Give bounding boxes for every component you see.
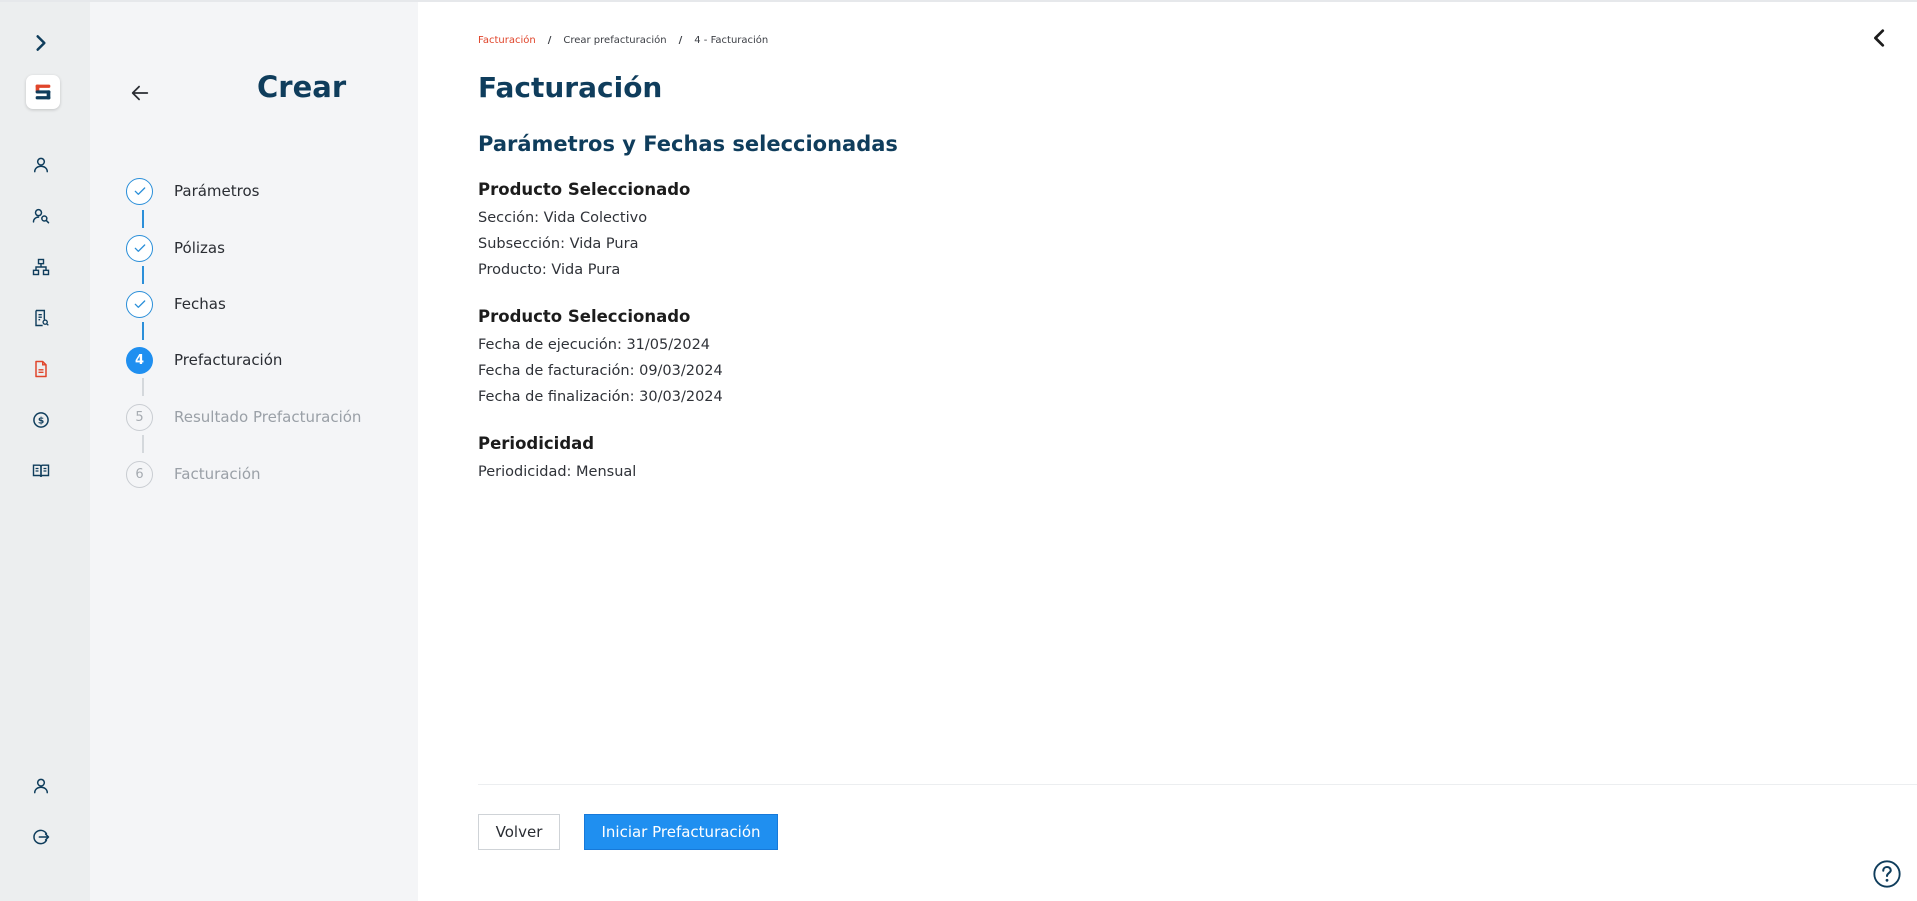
billing-document-icon[interactable] xyxy=(29,357,53,381)
user-icon[interactable] xyxy=(29,153,53,177)
check-icon xyxy=(126,234,153,262)
info-line: Fecha de finalización: 30/03/2024 xyxy=(478,389,723,405)
step-polizas[interactable]: Pólizas xyxy=(126,233,225,263)
info-line: Periodicidad: Mensual xyxy=(478,464,637,480)
step-number: 6 xyxy=(126,460,153,488)
help-icon[interactable] xyxy=(1871,858,1903,890)
group-heading: Producto Seleccionado xyxy=(478,307,691,326)
step-connector xyxy=(142,266,144,284)
step-number: 4 xyxy=(126,346,153,374)
users-search-icon[interactable] xyxy=(29,204,53,228)
step-connector xyxy=(142,322,144,340)
check-icon xyxy=(126,177,153,205)
product-group: Producto Seleccionado Sección: Vida Cole… xyxy=(478,180,690,283)
breadcrumb-current: 4 - Facturación xyxy=(694,35,769,46)
step-fechas[interactable]: Fechas xyxy=(126,289,226,319)
expand-chevron-icon[interactable] xyxy=(29,31,53,55)
info-line: Fecha de facturación: 09/03/2024 xyxy=(478,363,723,379)
step-label: Parámetros xyxy=(174,182,260,200)
section-title: Parámetros y Fechas seleccionadas xyxy=(478,132,898,156)
main-content: Facturación / Crear prefacturación / 4 -… xyxy=(418,2,1917,901)
app-logo[interactable] xyxy=(26,75,60,109)
steps-panel: Crear Parámetros Pólizas Fechas 4 Prefac… xyxy=(90,2,418,901)
check-icon xyxy=(126,290,153,318)
step-prefacturacion[interactable]: 4 Prefacturación xyxy=(126,345,282,375)
chevron-left-icon[interactable] xyxy=(1868,26,1892,50)
panel-title: Crear xyxy=(257,70,347,104)
step-label: Fechas xyxy=(174,295,226,313)
step-label: Facturación xyxy=(174,465,261,483)
step-connector xyxy=(142,435,144,453)
iniciar-prefacturacion-button[interactable]: Iniciar Prefacturación xyxy=(584,814,778,850)
breadcrumb-crear-prefacturacion[interactable]: Crear prefacturación xyxy=(563,35,666,46)
footer-divider xyxy=(478,784,1917,785)
group-heading: Periodicidad xyxy=(478,434,595,453)
group-heading: Producto Seleccionado xyxy=(478,180,691,199)
step-connector xyxy=(142,378,144,396)
back-arrow-icon[interactable] xyxy=(126,79,154,107)
logout-icon[interactable] xyxy=(29,825,53,849)
policy-document-icon[interactable] xyxy=(29,306,53,330)
step-number: 5 xyxy=(126,403,153,431)
dollar-coin-icon[interactable]: $ xyxy=(29,408,53,432)
volver-button[interactable]: Volver xyxy=(478,814,560,850)
hierarchy-icon[interactable] xyxy=(29,255,53,279)
breadcrumb-separator: / xyxy=(678,35,683,46)
page-title: Facturación xyxy=(478,71,663,104)
breadcrumb-facturacion[interactable]: Facturación xyxy=(478,35,536,46)
periodicity-group: Periodicidad Periodicidad: Mensual xyxy=(478,434,636,485)
step-resultado-prefacturacion[interactable]: 5 Resultado Prefacturación xyxy=(126,402,361,432)
info-line: Producto: Vida Pura xyxy=(478,262,621,278)
breadcrumb: Facturación / Crear prefacturación / 4 -… xyxy=(478,35,768,46)
profile-icon[interactable] xyxy=(29,774,53,798)
step-connector xyxy=(142,210,144,228)
breadcrumb-separator: / xyxy=(547,35,552,46)
step-label: Prefacturación xyxy=(174,351,283,369)
step-label: Pólizas xyxy=(174,239,225,257)
book-open-icon[interactable] xyxy=(29,459,53,483)
step-label: Resultado Prefacturación xyxy=(174,408,362,426)
dates-group: Producto Seleccionado Fecha de ejecución… xyxy=(478,307,723,410)
step-parametros[interactable]: Parámetros xyxy=(126,176,259,206)
info-line: Subsección: Vida Pura xyxy=(478,236,639,252)
icon-rail: $ xyxy=(0,2,90,901)
step-facturacion[interactable]: 6 Facturación xyxy=(126,459,261,489)
info-line: Sección: Vida Colectivo xyxy=(478,210,648,226)
svg-text:$: $ xyxy=(38,415,44,426)
info-line: Fecha de ejecución: 31/05/2024 xyxy=(478,337,711,353)
